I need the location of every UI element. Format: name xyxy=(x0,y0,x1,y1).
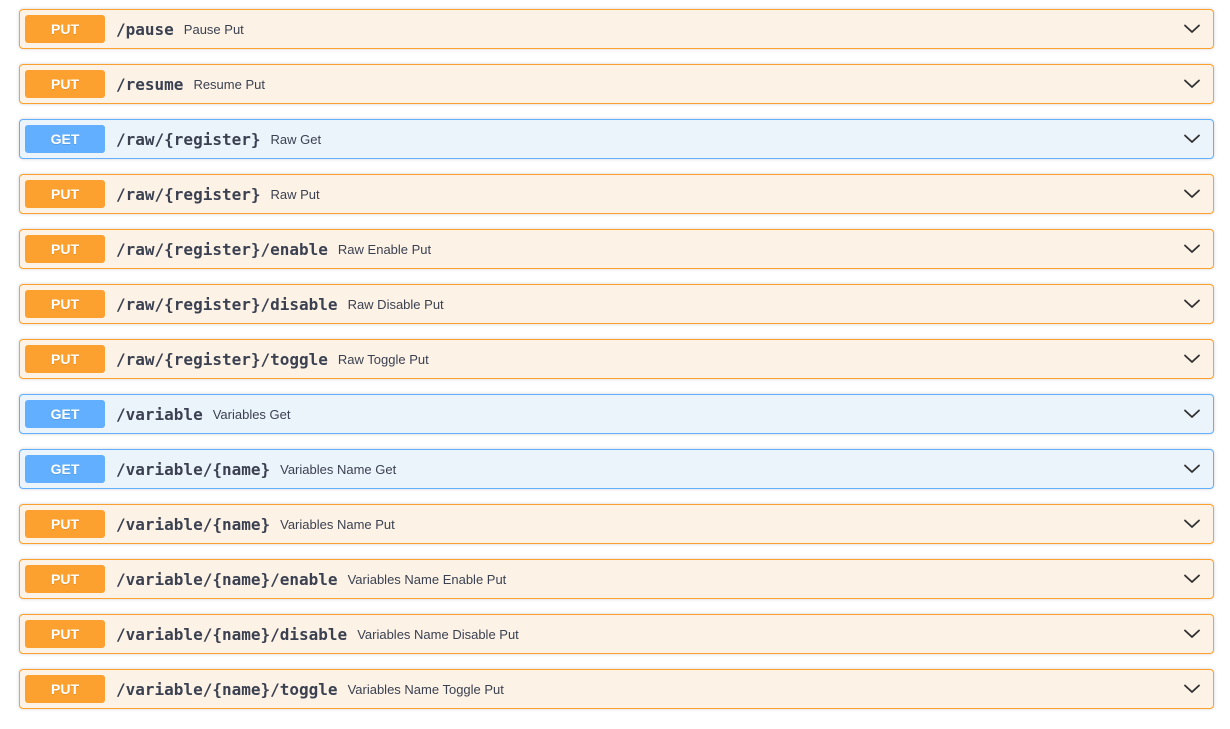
operations-list: PUT /pause Pause Put PUT /resume Resume … xyxy=(19,9,1214,724)
method-badge: PUT xyxy=(25,620,105,648)
operation-put-variable-name-toggle[interactable]: PUT /variable/{name}/toggle Variables Na… xyxy=(19,669,1214,709)
operation-path: /variable/{name} xyxy=(116,514,271,534)
operation-path: /variable/{name} xyxy=(116,459,271,479)
operation-path: /raw/{register} xyxy=(116,129,261,149)
operation-summary: Variables Name Toggle Put xyxy=(347,681,504,697)
method-badge: PUT xyxy=(25,675,105,703)
operation-put-raw-register-enable[interactable]: PUT /raw/{register}/enable Raw Enable Pu… xyxy=(19,229,1214,269)
operation-summary: Variables Name Enable Put xyxy=(347,571,507,587)
operation-path: /pause xyxy=(116,19,174,39)
operation-summary: Pause Put xyxy=(183,21,244,37)
method-badge: GET xyxy=(25,455,105,483)
method-badge: PUT xyxy=(25,15,105,43)
operation-path: /variable/{name}/disable xyxy=(116,624,348,644)
operation-summary: Raw Put xyxy=(270,186,320,202)
method-badge: PUT xyxy=(25,235,105,263)
operation-path: /raw/{register}/toggle xyxy=(116,349,328,369)
method-badge: PUT xyxy=(25,565,105,593)
operation-path: /variable/{name}/toggle xyxy=(116,679,338,699)
operation-summary: Raw Get xyxy=(270,131,322,147)
operation-summary: Raw Disable Put xyxy=(347,296,444,312)
chevron-down-icon[interactable] xyxy=(1183,515,1201,533)
operation-put-resume[interactable]: PUT /resume Resume Put xyxy=(19,64,1214,104)
method-badge: GET xyxy=(25,400,105,428)
operation-path: /variable/{name}/enable xyxy=(116,569,338,589)
chevron-down-icon[interactable] xyxy=(1183,350,1201,368)
method-badge: PUT xyxy=(25,70,105,98)
operation-get-variable-name[interactable]: GET /variable/{name} Variables Name Get xyxy=(19,449,1214,489)
chevron-down-icon[interactable] xyxy=(1183,680,1201,698)
operation-put-raw-register-toggle[interactable]: PUT /raw/{register}/toggle Raw Toggle Pu… xyxy=(19,339,1214,379)
operation-summary: Raw Enable Put xyxy=(337,241,432,257)
operation-path: /resume xyxy=(116,74,184,94)
operation-put-variable-name[interactable]: PUT /variable/{name} Variables Name Put xyxy=(19,504,1214,544)
method-badge: PUT xyxy=(25,180,105,208)
operation-summary: Variables Name Get xyxy=(280,461,397,477)
operation-path: /variable xyxy=(116,404,203,424)
chevron-down-icon[interactable] xyxy=(1183,295,1201,313)
operation-get-raw-register[interactable]: GET /raw/{register} Raw Get xyxy=(19,119,1214,159)
chevron-down-icon[interactable] xyxy=(1183,130,1201,148)
method-badge: PUT xyxy=(25,290,105,318)
chevron-down-icon[interactable] xyxy=(1183,625,1201,643)
operation-get-variable[interactable]: GET /variable Variables Get xyxy=(19,394,1214,434)
operation-summary: Variables Get xyxy=(212,406,291,422)
operation-put-pause[interactable]: PUT /pause Pause Put xyxy=(19,9,1214,49)
chevron-down-icon[interactable] xyxy=(1183,570,1201,588)
chevron-down-icon[interactable] xyxy=(1183,20,1201,38)
chevron-down-icon[interactable] xyxy=(1183,75,1201,93)
operation-put-raw-register[interactable]: PUT /raw/{register} Raw Put xyxy=(19,174,1214,214)
operation-path: /raw/{register} xyxy=(116,184,261,204)
operation-summary: Raw Toggle Put xyxy=(337,351,429,367)
operation-summary: Variables Name Disable Put xyxy=(357,626,519,642)
operation-summary: Resume Put xyxy=(193,76,265,92)
chevron-down-icon[interactable] xyxy=(1183,185,1201,203)
operation-put-variable-name-disable[interactable]: PUT /variable/{name}/disable Variables N… xyxy=(19,614,1214,654)
operation-put-variable-name-enable[interactable]: PUT /variable/{name}/enable Variables Na… xyxy=(19,559,1214,599)
chevron-down-icon[interactable] xyxy=(1183,240,1201,258)
chevron-down-icon[interactable] xyxy=(1183,460,1201,478)
operation-summary: Variables Name Put xyxy=(280,516,395,532)
operation-path: /raw/{register}/disable xyxy=(116,294,338,314)
method-badge: GET xyxy=(25,125,105,153)
method-badge: PUT xyxy=(25,345,105,373)
method-badge: PUT xyxy=(25,510,105,538)
operation-put-raw-register-disable[interactable]: PUT /raw/{register}/disable Raw Disable … xyxy=(19,284,1214,324)
chevron-down-icon[interactable] xyxy=(1183,405,1201,423)
operation-path: /raw/{register}/enable xyxy=(116,239,328,259)
